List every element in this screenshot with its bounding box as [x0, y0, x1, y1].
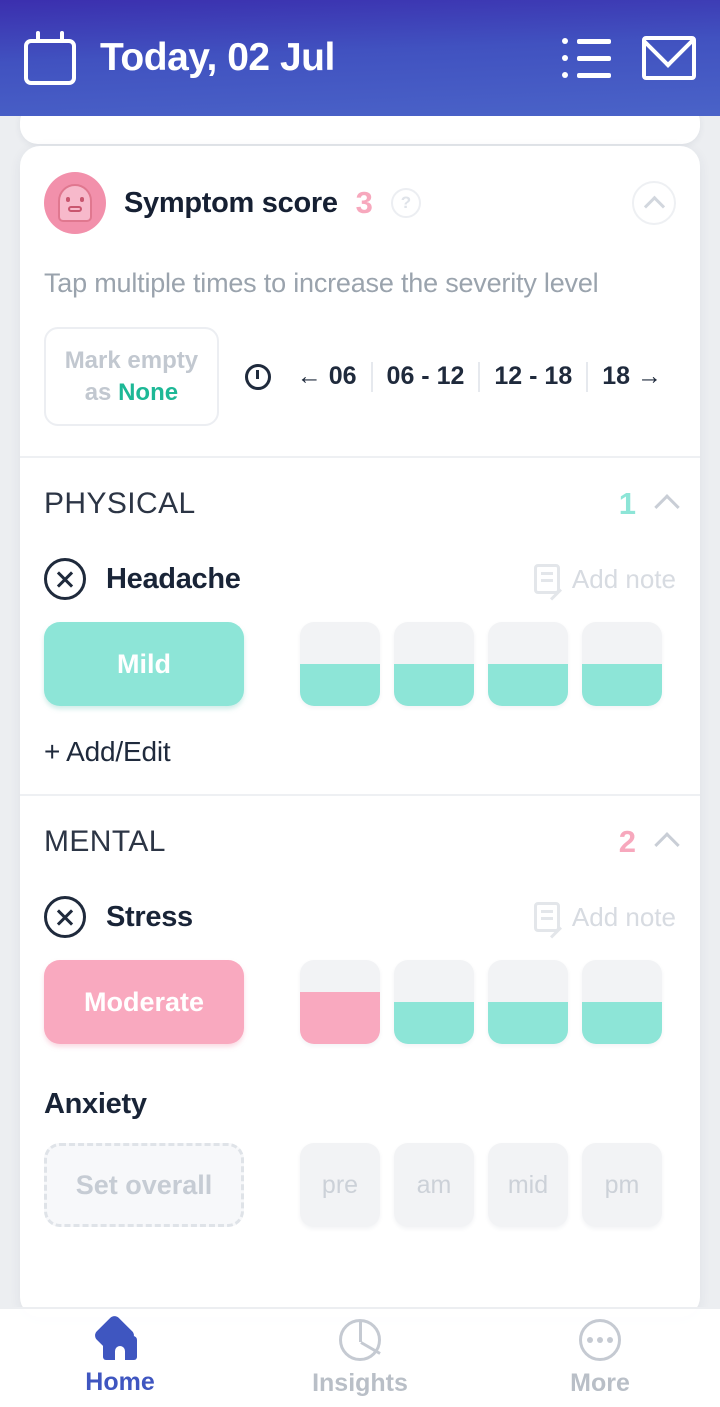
add-note-label: Add note: [571, 563, 676, 594]
symptom-name: Stress: [106, 900, 193, 933]
section-mental: MENTAL 2 Stress Add note Moderate Anxiet…: [20, 796, 700, 1317]
question-mark-icon[interactable]: ?: [390, 188, 421, 218]
x-circle-icon[interactable]: [44, 558, 86, 601]
list-icon[interactable]: [562, 38, 612, 78]
ellipsis-circle-icon: [579, 1318, 621, 1361]
time-cell[interactable]: [394, 622, 474, 707]
add-edit-link[interactable]: + Add/Edit: [44, 706, 676, 794]
time-cells: pre am mid pm: [300, 1143, 662, 1228]
symptom-name: Headache: [106, 562, 241, 595]
section-title: MENTAL: [44, 825, 166, 859]
x-circle-icon[interactable]: [44, 896, 86, 939]
time-cell[interactable]: [582, 622, 662, 707]
calendar-icon[interactable]: [24, 31, 78, 85]
section-count: 2: [618, 824, 636, 860]
controls-row: Mark empty as None ← 06 06 - 12 12 - 18 …: [20, 299, 700, 456]
note-pencil-icon: [533, 902, 560, 933]
nav-label-home: Home: [85, 1367, 155, 1396]
time-slot-2[interactable]: 12 - 18: [480, 362, 586, 391]
time-cell[interactable]: [488, 622, 568, 707]
section-physical: PHYSICAL 1 Headache Add note Mild + Add/…: [20, 458, 700, 794]
home-icon: [92, 1313, 143, 1360]
add-note-button[interactable]: Add note: [533, 563, 676, 595]
time-cell-label: mid: [507, 1170, 549, 1199]
mail-icon[interactable]: [642, 36, 696, 80]
note-pencil-icon: [533, 564, 560, 595]
nav-item-home[interactable]: Home: [0, 1313, 240, 1397]
section-count: 1: [618, 486, 636, 522]
chevron-up-icon[interactable]: [654, 494, 680, 520]
card-header: Symptom score 3 ? Tap multiple times to …: [20, 146, 700, 299]
severity-level-button[interactable]: Mild: [44, 622, 244, 707]
time-cell[interactable]: am: [394, 1143, 474, 1228]
mark-empty-line2-prefix: as: [84, 378, 119, 406]
bottom-navigation: Home Insights More: [0, 1307, 720, 1407]
symptom-name: Anxiety: [44, 1088, 147, 1121]
section-header[interactable]: MENTAL 2: [44, 824, 680, 860]
symptom-header-headache: Headache Add note: [44, 558, 676, 601]
time-slot-bar: ← 06 06 - 12 12 - 18 18 →: [244, 361, 676, 392]
time-cell[interactable]: [300, 622, 380, 707]
time-cell[interactable]: [488, 960, 568, 1045]
ghost-avatar-icon: [44, 172, 106, 234]
time-cell[interactable]: pm: [582, 1143, 662, 1228]
app-screen: Today, 02 Jul Symptom score 3 ? Tap mult…: [0, 0, 720, 1407]
add-note-button[interactable]: Add note: [533, 901, 676, 933]
card-title: Symptom score: [124, 186, 338, 219]
mark-empty-accent: None: [118, 378, 179, 406]
symptom-score-value: 3: [355, 185, 373, 220]
chevron-up-icon[interactable]: [654, 832, 680, 858]
nav-item-more[interactable]: More: [480, 1318, 720, 1398]
pie-chart-icon: [339, 1318, 381, 1361]
time-cell-label: pm: [604, 1170, 640, 1199]
time-cell[interactable]: [394, 960, 474, 1045]
chevron-up-icon: [643, 195, 665, 217]
time-cell-label: pre: [321, 1170, 359, 1199]
app-header: Today, 02 Jul: [0, 0, 720, 116]
symptom-header-anxiety: Anxiety: [44, 1088, 676, 1121]
time-cells: [300, 622, 662, 707]
section-header[interactable]: PHYSICAL 1: [44, 486, 680, 522]
tip-text: Tap multiple times to increase the sever…: [44, 268, 599, 298]
severity-row-anxiety: Set overall pre am mid pm: [44, 1143, 676, 1228]
time-slot-3[interactable]: 18 →: [588, 362, 676, 391]
set-overall-button[interactable]: Set overall: [44, 1143, 244, 1228]
severity-level-button[interactable]: Moderate: [44, 960, 244, 1045]
time-cell[interactable]: [300, 960, 380, 1045]
severity-row-headache: Mild: [44, 622, 676, 707]
time-slot-1[interactable]: 06 - 12: [373, 362, 479, 391]
nav-item-insights[interactable]: Insights: [240, 1318, 480, 1398]
score-row: Symptom score 3 ?: [44, 172, 676, 234]
nav-label-more: More: [570, 1368, 630, 1397]
nav-label-insights: Insights: [312, 1368, 408, 1397]
header-left-group[interactable]: Today, 02 Jul: [24, 31, 562, 85]
scroll-area[interactable]: Symptom score 3 ? Tap multiple times to …: [0, 0, 720, 1407]
time-cell-label: am: [416, 1170, 452, 1199]
time-cells: [300, 960, 662, 1045]
symptom-score-card: Symptom score 3 ? Tap multiple times to …: [20, 146, 700, 1318]
time-slot-0[interactable]: ← 06: [283, 362, 371, 391]
add-note-label: Add note: [571, 901, 676, 932]
severity-row-stress: Moderate: [44, 960, 676, 1045]
time-cell[interactable]: [582, 960, 662, 1045]
time-cell[interactable]: pre: [300, 1143, 380, 1228]
mark-empty-line1: Mark empty: [64, 347, 199, 374]
page-title: Today, 02 Jul: [100, 36, 335, 79]
section-title: PHYSICAL: [44, 487, 196, 521]
collapse-card-button[interactable]: [632, 181, 676, 225]
time-cell[interactable]: mid: [488, 1143, 568, 1228]
symptom-header-stress: Stress Add note: [44, 896, 676, 939]
clock-icon: [244, 363, 271, 390]
header-actions: [562, 36, 696, 80]
mark-empty-as-none-button[interactable]: Mark empty as None: [44, 327, 219, 427]
